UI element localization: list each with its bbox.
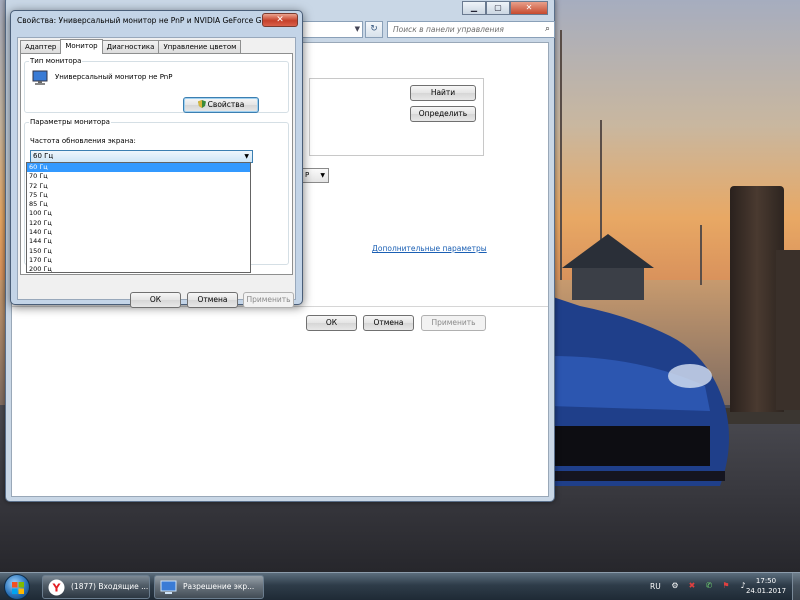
clock-date: 24.01.2017	[745, 587, 787, 595]
search-icon[interactable]: ⌕	[545, 24, 550, 34]
refresh-rate-label: Частота обновления экрана:	[30, 137, 136, 145]
tab-adapter[interactable]: Адаптер	[20, 40, 62, 53]
monitor-type-group: Тип монитора Универсальный монитор не Pn…	[24, 57, 289, 113]
monitor-name: Универсальный монитор не PnP	[55, 73, 173, 81]
taskbar-item-display-settings[interactable]: Разрешение экр...	[154, 575, 264, 599]
refresh-rate-option[interactable]: 75 Гц	[27, 191, 250, 200]
advanced-settings-link[interactable]: Дополнительные параметры	[372, 244, 487, 253]
refresh-rate-option[interactable]: 85 Гц	[27, 200, 250, 209]
wallpaper-mast	[700, 225, 702, 285]
maximize-button[interactable]: ▢	[486, 1, 510, 15]
chevron-down-icon: ▼	[320, 172, 325, 179]
refresh-rate-option[interactable]: 150 Гц	[27, 247, 250, 256]
orientation-select[interactable]: P ▼	[301, 168, 329, 183]
tab-monitor[interactable]: Монитор	[60, 39, 103, 54]
language-indicator[interactable]: RU	[650, 582, 661, 591]
taskbar-item-label: Разрешение экр...	[183, 582, 255, 591]
tab-color-management[interactable]: Управление цветом	[158, 40, 242, 53]
clock-time: 17:50	[755, 577, 777, 585]
wallpaper-house	[562, 234, 654, 300]
chevron-down-icon: ▼	[244, 153, 249, 160]
taskbar-item-label: (1877) Входящие ...	[71, 582, 149, 591]
cancel-button[interactable]: Отмена	[187, 292, 238, 308]
wallpaper-post	[776, 250, 800, 410]
tab-diagnostics[interactable]: Диагностика	[101, 40, 160, 53]
refresh-rate-option[interactable]: 120 Гц	[27, 219, 250, 228]
chevron-down-icon[interactable]: ▼	[355, 25, 360, 33]
refresh-rate-option[interactable]: 170 Гц	[27, 256, 250, 265]
windows-logo-icon	[12, 582, 24, 594]
monitor-icon	[32, 70, 48, 85]
svg-text:Y: Y	[52, 582, 62, 595]
refresh-rate-value: 60 Гц	[33, 152, 54, 160]
dialog-title: Свойства: Универсальный монитор не PnP и…	[17, 16, 269, 25]
network-icon[interactable]: ✖	[687, 581, 697, 591]
tab-strip: Адаптер Монитор Диагностика Управление ц…	[20, 39, 242, 54]
close-button[interactable]: ✕	[510, 1, 548, 15]
refresh-icon[interactable]: ↻	[365, 21, 383, 38]
group-label: Тип монитора	[29, 57, 83, 65]
refresh-rate-dropdown-list[interactable]: 60 Гц 70 Гц 72 Гц 75 Гц 85 Гц 100 Гц 120 Гц 140…	[26, 162, 251, 273]
messenger-icon[interactable]: ✆	[704, 581, 714, 591]
apply-button[interactable]: Применить	[421, 315, 486, 331]
taskbar-item-browser[interactable]: Y (1877) Входящие ...	[42, 575, 150, 599]
group-label: Параметры монитора	[29, 118, 111, 126]
steam-icon[interactable]: ⚙	[670, 581, 680, 591]
refresh-rate-option[interactable]: 72 Гц	[27, 182, 250, 191]
search-placeholder: Поиск в панели управления	[393, 25, 504, 34]
ok-button[interactable]: ОК	[130, 292, 181, 308]
minimize-button[interactable]: ▁	[462, 1, 486, 15]
search-input[interactable]: Поиск в панели управления ⌕	[387, 21, 555, 38]
refresh-rate-option[interactable]: 140 Гц	[27, 228, 250, 237]
apply-button[interactable]: Применить	[243, 292, 294, 308]
cancel-button[interactable]: Отмена	[363, 315, 414, 331]
detect-button[interactable]: Определить	[410, 106, 476, 122]
yandex-browser-icon: Y	[48, 579, 65, 596]
start-button[interactable]	[4, 574, 30, 600]
show-desktop-button[interactable]	[792, 573, 800, 600]
shield-icon	[197, 100, 206, 108]
close-button[interactable]: ✕	[262, 13, 298, 27]
clock[interactable]: 17:50 24.01.2017	[744, 576, 788, 596]
properties-button[interactable]: Свойства	[183, 97, 259, 113]
refresh-rate-option[interactable]: 60 Гц	[27, 163, 250, 173]
ok-button[interactable]: ОК	[306, 315, 357, 331]
find-button[interactable]: Найти	[410, 85, 476, 101]
refresh-rate-option[interactable]: 144 Гц	[27, 237, 250, 246]
action-center-icon[interactable]: ⚑	[721, 581, 731, 591]
refresh-rate-option[interactable]: 100 Гц	[27, 209, 250, 218]
taskbar: Y (1877) Входящие ... Разрешение экр... …	[0, 572, 800, 600]
window-controls: ▁ ▢ ✕	[462, 1, 548, 15]
orientation-select-value: P	[305, 171, 310, 179]
display-settings-icon	[160, 580, 177, 594]
properties-button-label: Свойства	[207, 100, 245, 109]
refresh-rate-option[interactable]: 70 Гц	[27, 172, 250, 181]
refresh-rate-option[interactable]: 200 Гц	[27, 265, 250, 274]
